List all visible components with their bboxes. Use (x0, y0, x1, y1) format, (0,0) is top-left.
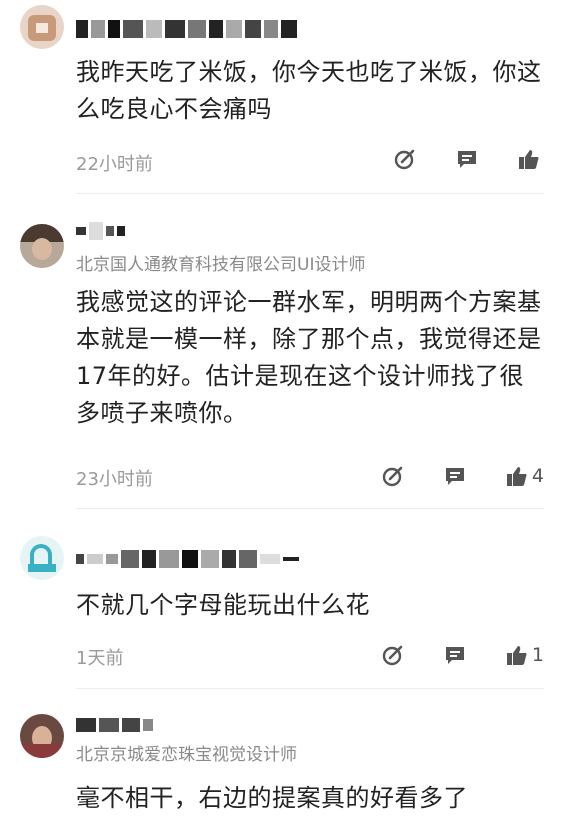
comment-item: 北京京城爱恋珠宝视觉设计师 毫不相干，右边的提案真的好看多了 (0, 700, 568, 817)
like-button[interactable] (518, 148, 544, 170)
username[interactable] (76, 220, 125, 242)
divider (76, 193, 544, 194)
comment-actions (354, 148, 544, 170)
comment-actions: 1 (342, 644, 544, 666)
comment-text: 我昨天吃了米饭，你今天也吃了米饭，你这么吃良心不会痛吗 (76, 58, 542, 123)
chat-bubble-icon (458, 151, 476, 168)
like-button[interactable]: 1 (506, 644, 544, 666)
avatar[interactable] (20, 714, 64, 758)
comment-time: 23小时前 (76, 469, 153, 490)
divider (76, 688, 544, 689)
divider (76, 508, 544, 509)
avatar[interactable] (20, 536, 64, 580)
thumbs-up-icon (506, 646, 527, 665)
comment-item: 我昨天吃了米饭，你今天也吃了米饭，你这么吃良心不会痛吗 22小时前 (0, 0, 568, 200)
avatar[interactable] (20, 5, 64, 49)
thumbs-up-icon (519, 150, 539, 169)
comment-text: 毫不相干，右边的提案真的好看多了 (76, 784, 468, 812)
comment-button[interactable] (444, 644, 466, 666)
reply-button[interactable] (382, 465, 404, 487)
edit-reply-icon (382, 466, 403, 487)
comment-time: 1天前 (76, 648, 124, 669)
thumbs-up-icon (506, 467, 527, 486)
user-title: 北京国人通教育科技有限公司UI设计师 (76, 255, 366, 275)
user-title: 北京京城爱恋珠宝视觉设计师 (76, 745, 297, 765)
reply-button[interactable] (382, 644, 404, 666)
comment-text: 我感觉这的评论一群水军，明明两个方案基本就是一模一样，除了那个点，我觉得还是17… (76, 288, 542, 427)
avatar[interactable] (20, 224, 64, 268)
edit-reply-icon (394, 149, 415, 170)
like-count: 1 (531, 644, 544, 666)
comment-actions: 4 (342, 465, 544, 487)
username[interactable] (76, 548, 299, 570)
edit-reply-icon (382, 645, 403, 666)
comment-button[interactable] (456, 148, 478, 170)
like-count: 4 (531, 465, 544, 487)
comment-item: 北京国人通教育科技有限公司UI设计师 我感觉这的评论一群水军，明明两个方案基本就… (0, 200, 568, 520)
reply-button[interactable] (394, 148, 416, 170)
comment-item: 不就几个字母能玩出什么花 1天前 1 (0, 520, 568, 700)
like-button[interactable]: 4 (506, 465, 544, 487)
username[interactable] (76, 18, 297, 40)
comment-button[interactable] (444, 465, 466, 487)
username[interactable] (76, 714, 153, 736)
comment-text: 不就几个字母能玩出什么花 (76, 591, 370, 619)
comment-time: 22小时前 (76, 154, 153, 175)
chat-bubble-icon (445, 468, 464, 485)
chat-bubble-icon (445, 647, 464, 664)
